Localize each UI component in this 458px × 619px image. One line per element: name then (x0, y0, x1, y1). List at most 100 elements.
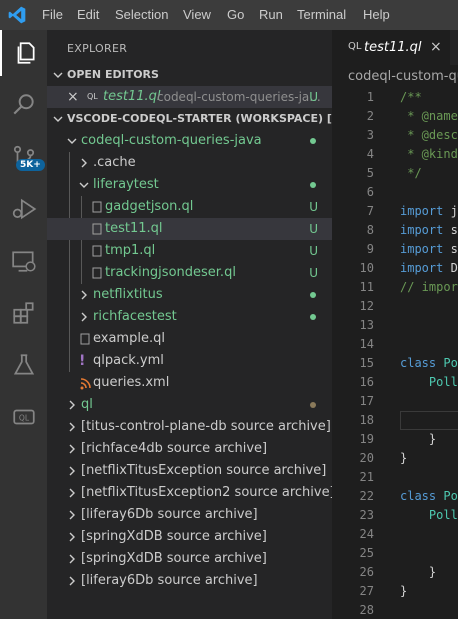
tree-item[interactable]: ! qlpack.yml (47, 350, 332, 372)
code-line: import s (400, 242, 458, 256)
line-number: 20 (359, 451, 374, 465)
line-number: 28 (359, 603, 374, 617)
tree-item-label: richfacestest (93, 309, 177, 324)
run-debug-activity-button[interactable] (0, 186, 47, 232)
tree-item[interactable]: [richface4db source archive] (47, 438, 332, 460)
line-number: 23 (359, 508, 374, 522)
flask-icon (13, 354, 34, 375)
tree-item[interactable]: .cache (47, 152, 332, 174)
git-status-badge: U (309, 266, 318, 280)
menu-file[interactable]: File (42, 0, 63, 30)
tree-item[interactable]: test11.ql U (47, 218, 332, 240)
tree-item[interactable]: [liferay6Db source archive] (47, 504, 332, 526)
tree-item[interactable]: [titus-control-plane-db source archive] (47, 416, 332, 438)
line-number: 19 (359, 432, 374, 446)
tree-item[interactable]: [netflixTitusException source archive] (47, 460, 332, 482)
tree-item-label: [springXdDB source archive] (81, 529, 267, 544)
line-number: 9 (366, 242, 374, 256)
menu-view[interactable]: View (183, 0, 211, 30)
tree-item[interactable]: netflixtitus (47, 284, 332, 306)
line-number: 1 (366, 90, 374, 104)
workspace-title: VSCODE-CODEQL-STARTER (WORKSPACE) [WSL: … (67, 112, 332, 125)
tree-item-label: [springXdDB source archive] (81, 551, 267, 566)
tree-item[interactable]: [springXdDB source archive] (47, 548, 332, 570)
status-dot (310, 182, 316, 188)
line-number: 25 (359, 546, 374, 560)
tree-item[interactable]: richfacestest (47, 306, 332, 328)
tree-item[interactable]: example.ql (47, 328, 332, 350)
tree-item[interactable]: [liferay6Db source archive] (47, 570, 332, 592)
open-editor-item[interactable]: × QL test11.ql codeql-custom-queries-ja.… (47, 86, 332, 108)
line-number: 22 (359, 489, 374, 503)
git-status-badge: U (309, 222, 318, 236)
tree-item-label: netflixtitus (93, 287, 163, 302)
menu-go[interactable]: Go (227, 0, 244, 30)
code-line: /** (400, 90, 422, 104)
line-number: 26 (359, 565, 374, 579)
remote-explorer-activity-button[interactable] (0, 238, 47, 284)
tree-item[interactable]: liferaytest (47, 174, 332, 196)
explorer-sidebar: EXPLORER OPEN EDITORS × QL test11.ql cod… (47, 30, 332, 619)
line-number: 24 (359, 527, 374, 541)
git-status-badge: U (309, 244, 318, 258)
testing-activity-button[interactable] (0, 342, 47, 388)
explorer-activity-button[interactable] (0, 30, 47, 76)
code-line: // impor (400, 280, 458, 294)
current-line-highlight (400, 411, 458, 430)
menu-help[interactable]: Help (363, 0, 390, 30)
line-number: 18 (359, 413, 374, 427)
code-line: Poll (400, 375, 458, 389)
tree-item[interactable]: tmp1.ql U (47, 240, 332, 262)
tree-item[interactable]: ql (47, 394, 332, 416)
line-number: 6 (366, 185, 374, 199)
git-status-badge: U (309, 200, 318, 214)
menu-selection[interactable]: Selection (115, 0, 168, 30)
code-line: * @kind (400, 147, 458, 161)
line-number: 13 (359, 318, 374, 332)
line-number: 15 (359, 356, 374, 370)
line-number: 8 (366, 223, 374, 237)
workspace-header[interactable]: VSCODE-CODEQL-STARTER (WORKSPACE) [WSL: … (47, 108, 332, 130)
tree-item[interactable]: [springXdDB source archive] (47, 526, 332, 548)
tree-item[interactable]: codeql-custom-queries-java (47, 130, 332, 152)
tree-item-label: tmp1.ql (105, 243, 156, 258)
search-activity-button[interactable] (0, 82, 47, 128)
tree-item-label: qlpack.yml (93, 353, 164, 368)
tree-item-label: example.ql (93, 331, 165, 346)
code-line: class Po (400, 356, 458, 370)
code-line: import j (400, 204, 458, 218)
code-line: Poll (400, 508, 458, 522)
menu-run[interactable]: Run (259, 0, 283, 30)
tab-test11[interactable]: QL test11.ql × (332, 30, 450, 65)
source-control-activity-button[interactable]: 5K+ (0, 134, 47, 180)
title-bar: File Edit Selection View Go Run Terminal… (0, 0, 458, 30)
yaml-file-icon: ! (79, 353, 86, 369)
extensions-activity-button[interactable] (0, 290, 47, 336)
close-icon[interactable]: × (430, 30, 442, 65)
tree-item-label: .cache (93, 155, 136, 170)
tree-item-label: queries.xml (93, 375, 170, 390)
open-editors-header[interactable]: OPEN EDITORS (47, 64, 332, 86)
tree-item-label: trackingjsondeser.ql (105, 265, 236, 280)
codeql-activity-button[interactable]: QL (0, 394, 47, 440)
code-line: */ (400, 166, 422, 180)
svg-text:QL: QL (18, 413, 29, 422)
code-line: import s (400, 223, 458, 237)
tree-item[interactable]: [netflixTitusException2 source archive] (47, 482, 332, 504)
close-icon[interactable]: × (67, 86, 79, 108)
codeql-icon: QL (12, 409, 35, 425)
tree-item-label: codeql-custom-queries-java (81, 133, 262, 148)
tree-item[interactable]: queries.xml (47, 372, 332, 394)
tree-item[interactable]: gadgetjson.ql U (47, 196, 332, 218)
git-status-badge: U (309, 90, 318, 104)
breadcrumb[interactable]: codeql-custom-queries-java (348, 66, 458, 88)
code-line: * @name (400, 109, 458, 123)
tree-item-label: ql (81, 397, 93, 412)
files-icon (17, 42, 35, 64)
open-editor-path: codeql-custom-queries-ja... (157, 90, 321, 104)
tree-item[interactable]: trackingjsondeser.ql U (47, 262, 332, 284)
line-number: 7 (366, 204, 374, 218)
menu-terminal[interactable]: Terminal (297, 0, 346, 30)
run-debug-icon (12, 198, 36, 220)
menu-edit[interactable]: Edit (77, 0, 99, 30)
